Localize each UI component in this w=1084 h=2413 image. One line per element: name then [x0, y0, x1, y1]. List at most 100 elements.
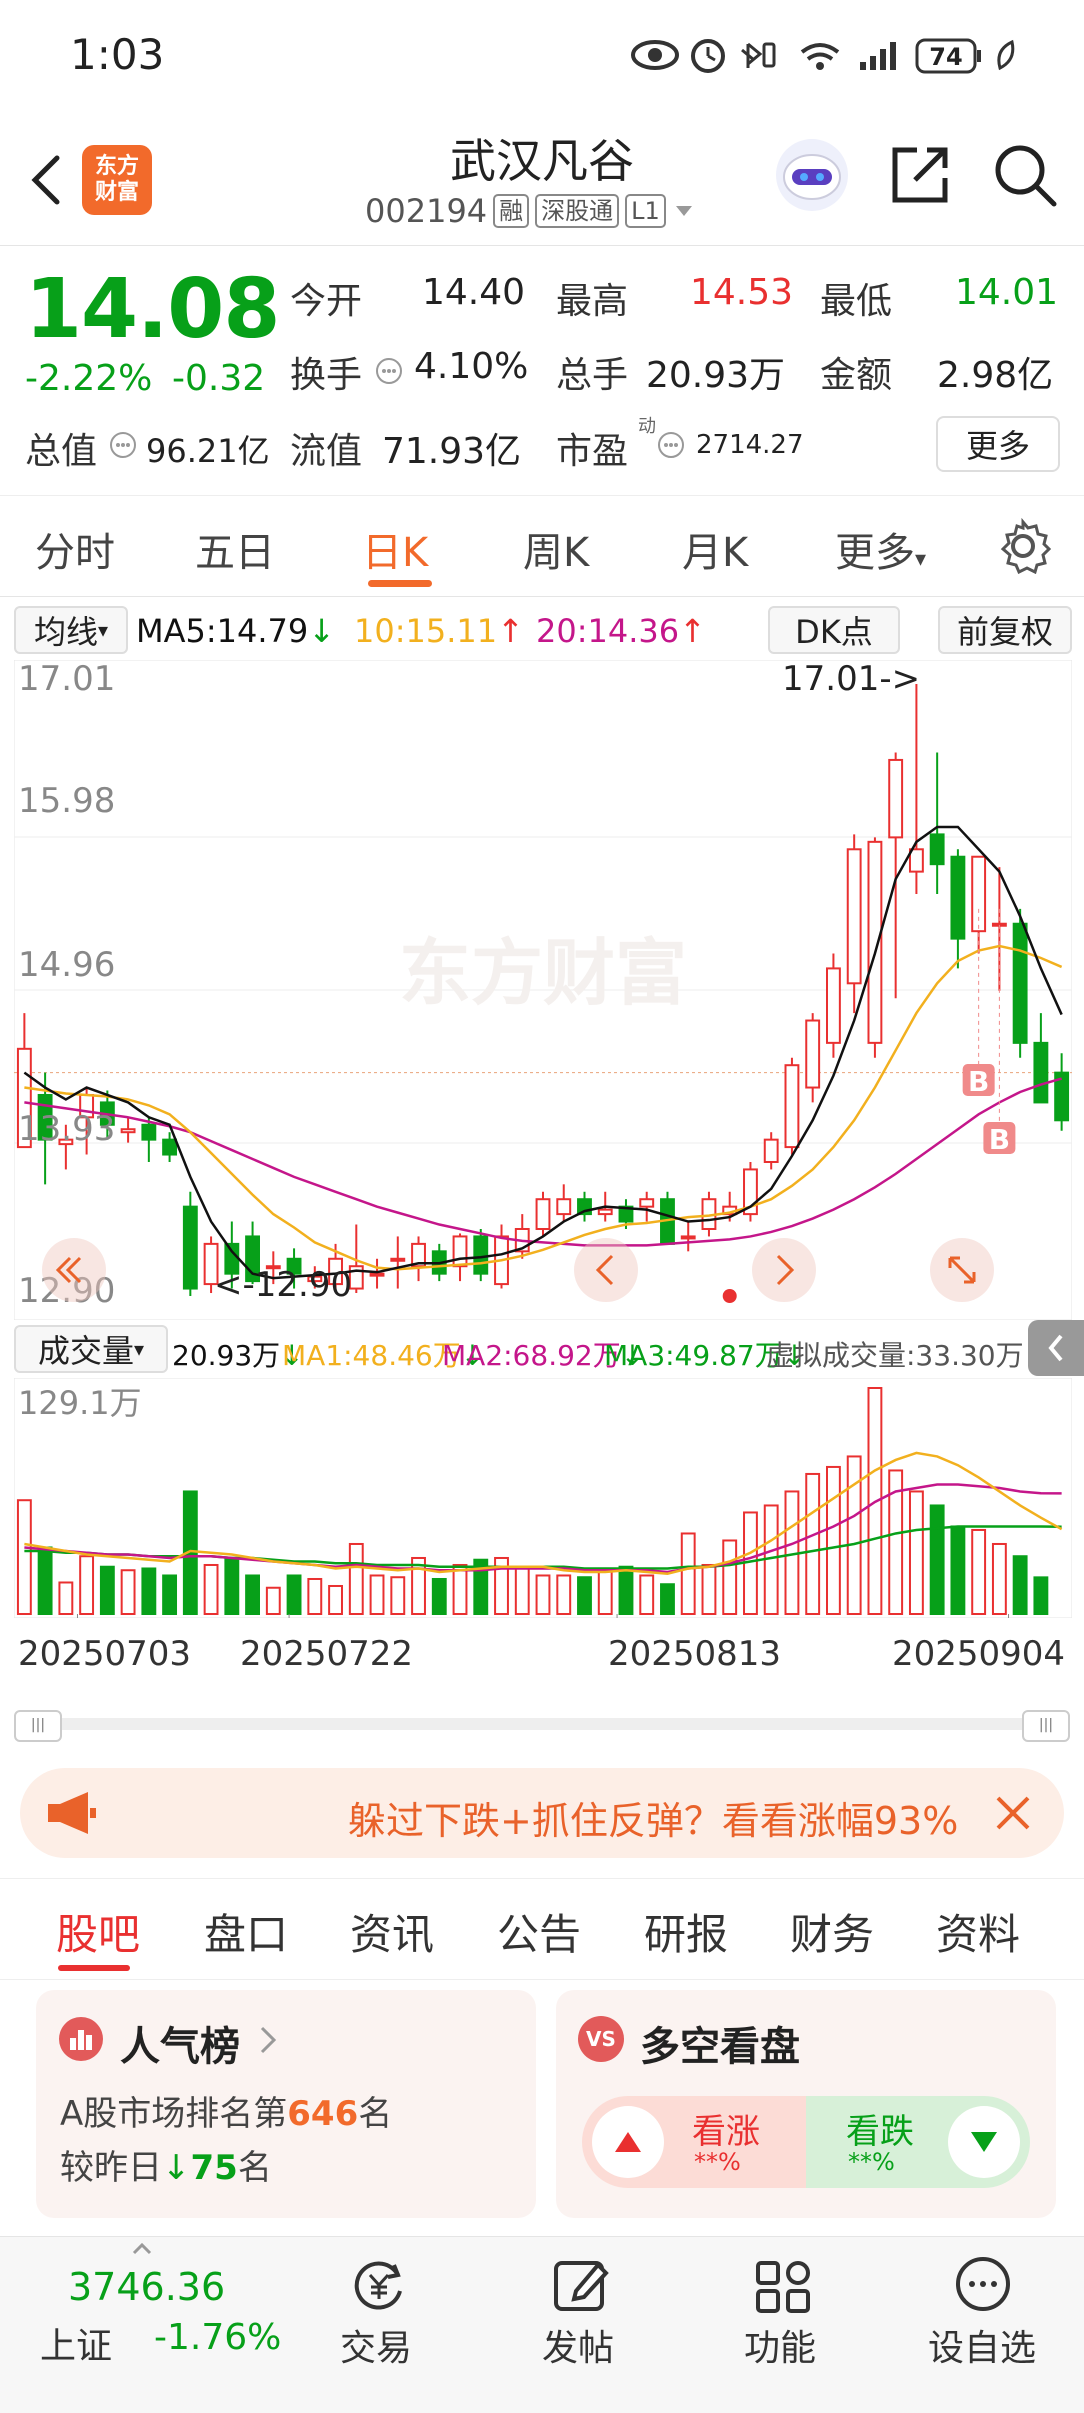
volume-bar — [1033, 1576, 1049, 1615]
more-button[interactable]: 更多 — [936, 416, 1060, 472]
tab-daily-k[interactable]: 日K — [362, 520, 428, 578]
stock-code: 002194 — [365, 192, 488, 230]
rank-value: 646 — [287, 2094, 359, 2134]
volume-bar — [826, 1465, 841, 1615]
rank-change-line: 较昨日↓75名 — [60, 2140, 272, 2189]
candle-body — [390, 1257, 406, 1262]
chevron-up-icon — [132, 2242, 152, 2255]
rewind-icon[interactable] — [42, 1238, 106, 1302]
turnover-value: 4.10% — [414, 346, 529, 387]
expand-icon[interactable] — [930, 1238, 994, 1302]
volume-bar — [265, 1586, 281, 1616]
volume-chart[interactable]: 129.1万 — [14, 1378, 1072, 1618]
vs-badge: VS — [578, 2016, 624, 2062]
candle-body — [763, 1138, 779, 1163]
down-arrow-icon: ↓ — [308, 612, 336, 650]
bear-label: 看跌 — [846, 2112, 914, 2152]
scroller-track — [14, 1718, 1070, 1730]
chevron-right-icon[interactable] — [752, 1238, 816, 1302]
tab-more[interactable]: 更多▾ — [835, 520, 926, 578]
dropdown-icon[interactable] — [672, 201, 696, 221]
chevron-down-icon: ▾ — [97, 618, 109, 642]
compare-value: 75 — [190, 2148, 238, 2188]
volume-bar — [701, 1563, 717, 1615]
status-bar: 1:03 74 — [0, 0, 1084, 110]
candle-body — [867, 840, 883, 1044]
promo-banner[interactable]: 躲过下跌+抓住反弹？看看涨幅93% — [20, 1768, 1064, 1858]
tab-research[interactable]: 研报 — [644, 1901, 728, 1962]
volume-bar: 成交量 ▾ 20.93万↓ MA1:48.46万↓ MA2:68.92万↓ MA3… — [0, 1320, 1084, 1376]
volume-indicator-select[interactable]: 成交量 ▾ — [14, 1325, 168, 1373]
vol-ma1-text: MA1:48.46万 — [282, 1339, 461, 1372]
active-tab-indicator — [58, 1965, 130, 1971]
up-triangle-icon — [592, 2106, 664, 2178]
nav-functions[interactable]: 功能 — [710, 2237, 850, 2413]
adjust-button[interactable]: 前复权 — [938, 606, 1072, 654]
volume-bar — [328, 1584, 343, 1616]
info-icon[interactable] — [656, 430, 686, 460]
index-quote[interactable]: 3746.36 上证 -1.76% — [40, 2237, 300, 2413]
ai-assistant-button[interactable] — [772, 135, 852, 215]
volume-max-label: 129.1万 — [18, 1384, 142, 1422]
tab-announcements[interactable]: 公告 — [497, 1901, 581, 1962]
volume-bar — [99, 1565, 115, 1615]
settings-gear-icon[interactable] — [995, 518, 1051, 574]
volume-bar — [597, 1567, 613, 1615]
chart-tabs: 分时 五日 日K 周K 月K 更多▾ — [0, 495, 1084, 597]
chevron-left-icon[interactable] — [574, 1238, 638, 1302]
nav-post[interactable]: 发帖 — [508, 2237, 648, 2413]
volume-bar — [991, 1542, 1007, 1615]
tab-more-label: 更多 — [835, 530, 915, 576]
mktcap-value: 96.21亿 — [146, 432, 270, 470]
tab-news[interactable]: 资讯 — [350, 1901, 434, 1962]
chevron-right-icon — [260, 2026, 277, 2054]
volume-bar — [514, 1567, 530, 1615]
ma10-value: 10:15.11↑ — [354, 612, 524, 650]
amount-value: 2.98亿 — [937, 355, 1054, 396]
bear-value: **% — [848, 2148, 895, 2176]
share-button[interactable] — [885, 140, 955, 210]
volume-indicator-label: 成交量 — [37, 1332, 134, 1370]
tab-five-day[interactable]: 五日 — [195, 520, 275, 578]
bull-button[interactable]: 看涨 **% — [582, 2096, 806, 2188]
candle-body — [826, 967, 841, 1044]
date-label: 20250722 — [240, 1634, 414, 1674]
candle-body — [950, 855, 966, 940]
scroller-right-handle[interactable]: ||| — [1022, 1710, 1070, 1742]
candlestick-chart[interactable]: 东方财富17.0115.9814.9613.9312.9017.01-><-12… — [14, 660, 1072, 1320]
volume-bar — [37, 1546, 53, 1615]
tab-orderbook[interactable]: 盘口 — [204, 1901, 288, 1962]
volume-bar — [286, 1574, 302, 1615]
chart-scroller[interactable]: ||| ||| — [14, 1710, 1070, 1742]
rank-prefix: A股市场排名第 — [60, 2094, 288, 2134]
tab-weekly-k[interactable]: 周K — [523, 520, 589, 578]
y-tick-label: 17.01 — [18, 660, 115, 699]
ma5-text: MA5:14.79 — [136, 612, 309, 650]
pe-superscript: 动 — [638, 416, 656, 437]
info-icon[interactable] — [374, 356, 404, 386]
tab-financials[interactable]: 财务 — [790, 1901, 874, 1962]
collapse-panel-button[interactable] — [1028, 1320, 1084, 1376]
content-tabs: 股吧 盘口 资讯 公告 研报 财务 资料 — [0, 1878, 1084, 1980]
tab-forum[interactable]: 股吧 — [56, 1901, 140, 1962]
rank-suffix: 名 — [358, 2094, 393, 2134]
amount-label: 金额 — [820, 355, 893, 396]
popularity-card[interactable]: 人气榜 A股市场排名第646名 较昨日↓75名 — [36, 1990, 536, 2218]
tab-monthly-k[interactable]: 月K — [682, 520, 748, 578]
close-icon[interactable] — [990, 1790, 1036, 1836]
volume-bar — [618, 1565, 634, 1615]
scroller-left-handle[interactable]: ||| — [14, 1710, 62, 1742]
ma20-text: 20:14.36 — [536, 612, 680, 650]
nav-add-watchlist[interactable]: 设自选 — [912, 2237, 1052, 2413]
tab-intraday[interactable]: 分时 — [35, 520, 115, 578]
bear-button[interactable]: 看跌 **% — [806, 2096, 1030, 2188]
tab-profile[interactable]: 资料 — [936, 1901, 1020, 1962]
info-icon[interactable] — [108, 430, 138, 460]
turnover-label: 换手 — [290, 355, 363, 396]
indicator-select[interactable]: 均线 ▾ — [14, 606, 128, 654]
search-button[interactable] — [990, 140, 1060, 210]
dk-point-button[interactable]: DK点 — [768, 606, 900, 654]
date-axis: 20250703 20250722 20250813 20250904 — [0, 1628, 1084, 1678]
nav-trade[interactable]: 交易 — [306, 2237, 446, 2413]
candle-body — [888, 758, 904, 839]
